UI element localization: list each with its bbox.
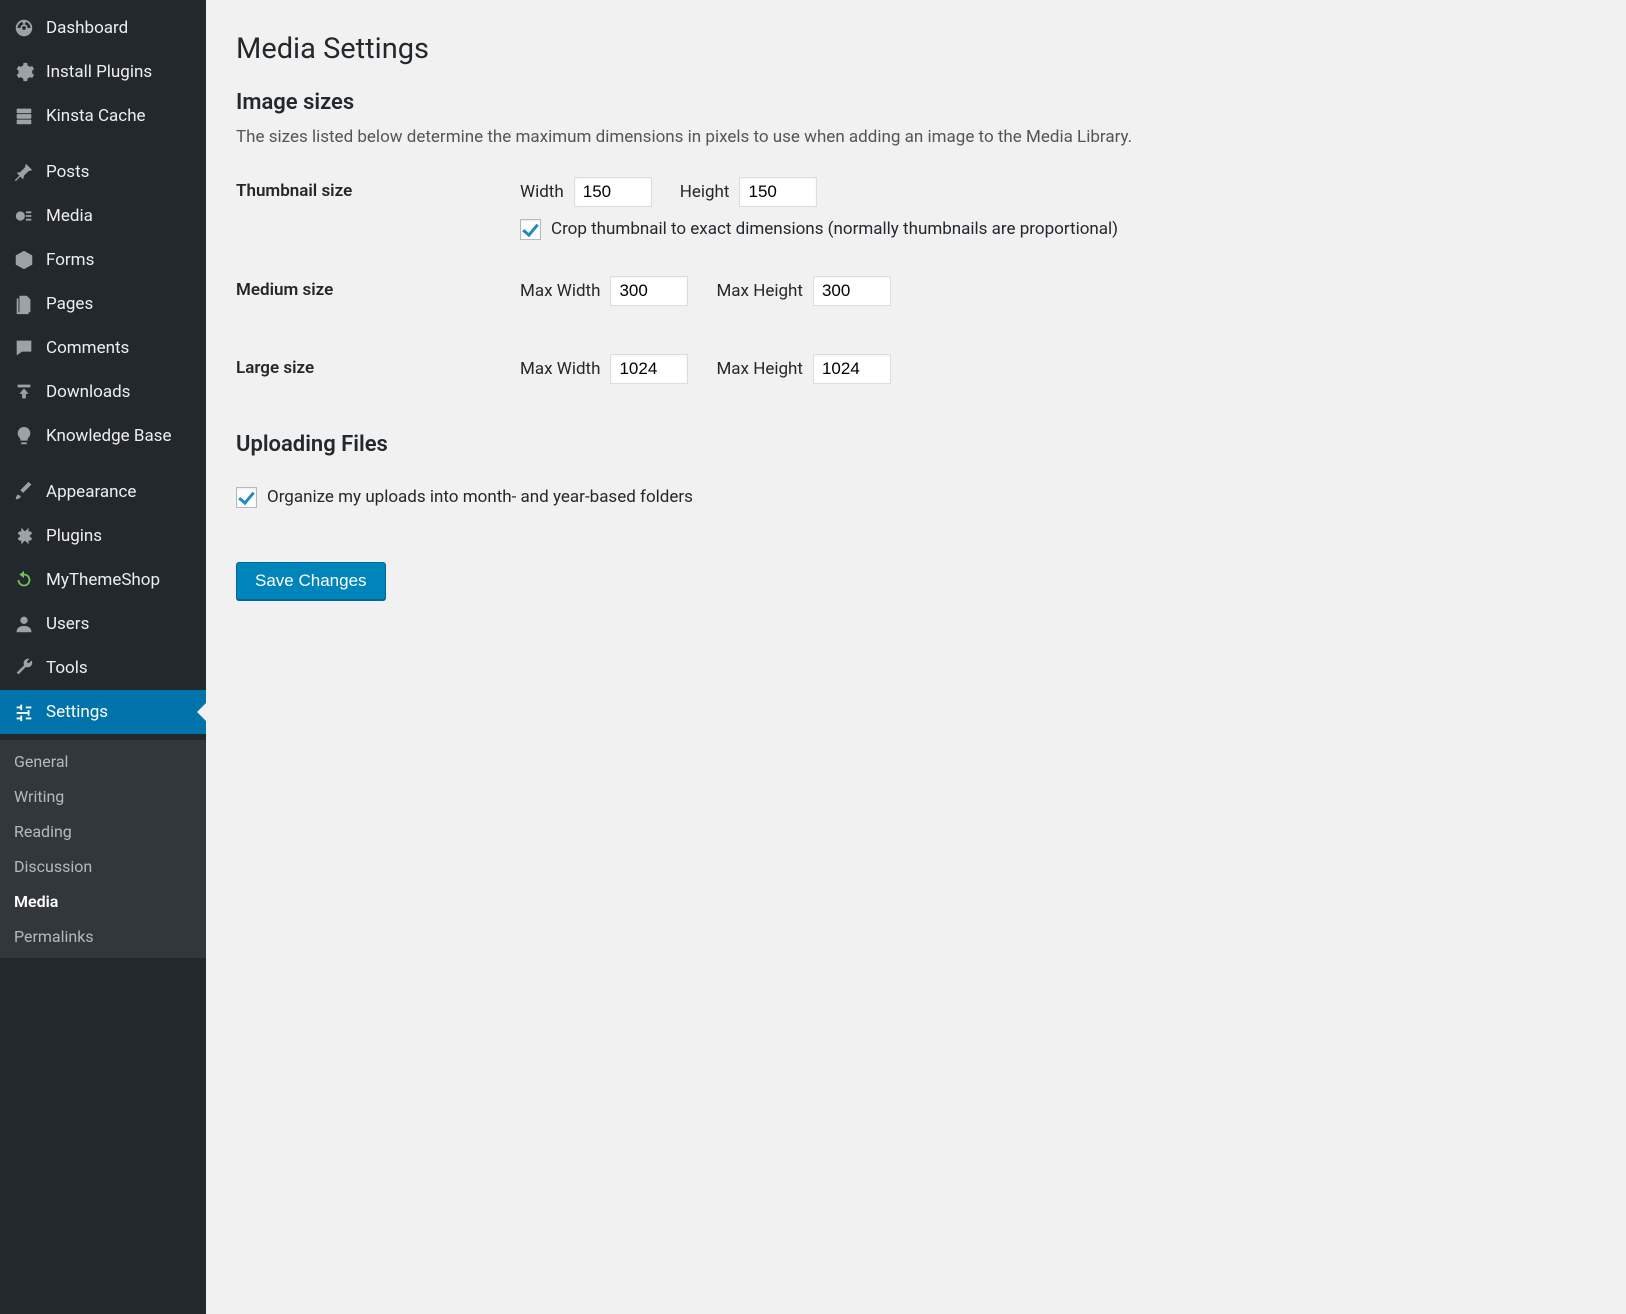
sidebar-item-forms[interactable]: Forms <box>0 238 206 282</box>
save-changes-button[interactable]: Save Changes <box>236 562 386 600</box>
large-size-row: Large size Max Width Max Height <box>236 354 1596 396</box>
download-icon <box>12 380 36 404</box>
brush-icon <box>12 480 36 504</box>
refresh-icon <box>12 568 36 592</box>
thumbnail-width-label: Width <box>520 182 564 202</box>
sidebar-item-label: Install Plugins <box>46 61 152 83</box>
submenu-item-media[interactable]: Media <box>0 884 206 919</box>
sidebar-item-media[interactable]: Media <box>0 194 206 238</box>
large-row-label: Large size <box>236 354 520 378</box>
sidebar-item-label: Kinsta Cache <box>46 105 146 127</box>
page-title: Media Settings <box>236 32 1596 66</box>
crop-thumbnail-checkbox[interactable] <box>520 219 541 240</box>
medium-maxh-input[interactable] <box>813 276 891 306</box>
crop-thumbnail-label: Crop thumbnail to exact dimensions (norm… <box>551 219 1118 239</box>
gauge-icon <box>12 16 36 40</box>
large-maxh-input[interactable] <box>813 354 891 384</box>
sidebar-item-label: Dashboard <box>46 17 128 39</box>
submenu-item-general[interactable]: General <box>0 744 206 779</box>
sidebar-item-knowledge-base[interactable]: Knowledge Base <box>0 414 206 458</box>
large-maxw-label: Max Width <box>520 359 600 379</box>
sidebar-item-label: Appearance <box>46 481 136 503</box>
sidebar-item-downloads[interactable]: Downloads <box>0 370 206 414</box>
form-icon <box>12 248 36 272</box>
sidebar-item-appearance[interactable]: Appearance <box>0 470 206 514</box>
sliders-icon <box>12 700 36 724</box>
image-sizes-heading: Image sizes <box>236 90 1596 115</box>
medium-maxw-input[interactable] <box>610 276 688 306</box>
sidebar-item-mythemeshop[interactable]: MyThemeShop <box>0 558 206 602</box>
image-sizes-desc: The sizes listed below determine the max… <box>236 125 1596 151</box>
thumbnail-size-row: Thumbnail size Width Height Crop thumbna… <box>236 177 1596 240</box>
server-icon <box>12 104 36 128</box>
admin-sidebar: Dashboard Install Plugins Kinsta Cache P… <box>0 0 206 1314</box>
sidebar-item-label: Downloads <box>46 381 130 403</box>
medium-row-label: Medium size <box>236 276 520 300</box>
sidebar-item-pages[interactable]: Pages <box>0 282 206 326</box>
gear-icon <box>12 60 36 84</box>
settings-submenu: General Writing Reading Discussion Media… <box>0 740 206 958</box>
thumbnail-height-label: Height <box>680 182 730 202</box>
media-icon <box>12 204 36 228</box>
lightbulb-icon <box>12 424 36 448</box>
large-maxh-label: Max Height <box>716 359 803 379</box>
sidebar-item-posts[interactable]: Posts <box>0 150 206 194</box>
sidebar-item-plugins[interactable]: Plugins <box>0 514 206 558</box>
sidebar-item-dashboard[interactable]: Dashboard <box>0 6 206 50</box>
main-content: Media Settings Image sizes The sizes lis… <box>206 0 1626 1314</box>
medium-maxw-label: Max Width <box>520 281 600 301</box>
submenu-item-reading[interactable]: Reading <box>0 814 206 849</box>
sidebar-item-tools[interactable]: Tools <box>0 646 206 690</box>
thumbnail-width-input[interactable] <box>574 177 652 207</box>
organize-uploads-label: Organize my uploads into month- and year… <box>267 487 693 507</box>
plug-icon <box>12 524 36 548</box>
sidebar-item-label: Forms <box>46 249 94 271</box>
thumbnail-height-input[interactable] <box>739 177 817 207</box>
submenu-item-permalinks[interactable]: Permalinks <box>0 919 206 954</box>
sidebar-item-label: Knowledge Base <box>46 425 171 447</box>
sidebar-item-label: Users <box>46 613 89 635</box>
sidebar-item-comments[interactable]: Comments <box>0 326 206 370</box>
sidebar-item-label: Comments <box>46 337 129 359</box>
thumbnail-row-label: Thumbnail size <box>236 177 520 201</box>
organize-uploads-checkbox[interactable] <box>236 487 257 508</box>
submenu-item-writing[interactable]: Writing <box>0 779 206 814</box>
comment-icon <box>12 336 36 360</box>
uploading-files-heading: Uploading Files <box>236 432 1596 457</box>
sidebar-item-label: Plugins <box>46 525 102 547</box>
pin-icon <box>12 160 36 184</box>
sidebar-item-install-plugins[interactable]: Install Plugins <box>0 50 206 94</box>
sidebar-item-label: Posts <box>46 161 89 183</box>
pages-icon <box>12 292 36 316</box>
medium-maxh-label: Max Height <box>716 281 803 301</box>
sidebar-item-settings[interactable]: Settings <box>0 690 206 734</box>
wrench-icon <box>12 656 36 680</box>
sidebar-item-label: Tools <box>46 657 88 679</box>
submenu-item-discussion[interactable]: Discussion <box>0 849 206 884</box>
sidebar-item-label: Pages <box>46 293 93 315</box>
sidebar-item-label: MyThemeShop <box>46 569 160 591</box>
sidebar-item-kinsta-cache[interactable]: Kinsta Cache <box>0 94 206 138</box>
large-maxw-input[interactable] <box>610 354 688 384</box>
sidebar-item-users[interactable]: Users <box>0 602 206 646</box>
user-icon <box>12 612 36 636</box>
sidebar-item-label: Media <box>46 205 93 227</box>
organize-uploads-row: Organize my uploads into month- and year… <box>236 487 1596 508</box>
sidebar-item-label: Settings <box>46 701 108 723</box>
medium-size-row: Medium size Max Width Max Height <box>236 276 1596 318</box>
